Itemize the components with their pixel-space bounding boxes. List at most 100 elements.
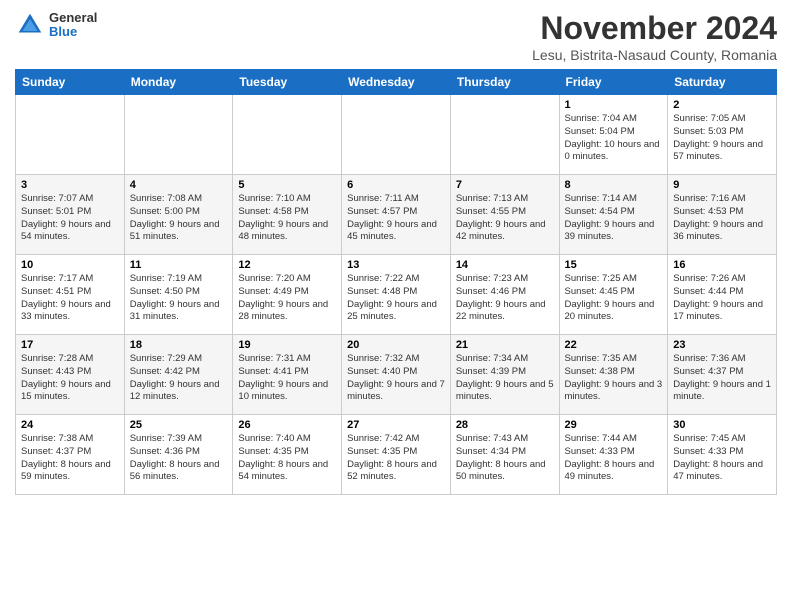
- day-number: 28: [456, 419, 554, 431]
- col-saturday: Saturday: [668, 70, 777, 95]
- table-cell: 16Sunrise: 7:26 AMSunset: 4:44 PMDayligh…: [668, 255, 777, 335]
- day-info: Sunrise: 7:39 AMSunset: 4:36 PMDaylight:…: [130, 433, 228, 484]
- day-info: Sunrise: 7:11 AMSunset: 4:57 PMDaylight:…: [347, 193, 445, 244]
- day-info: Sunrise: 7:17 AMSunset: 4:51 PMDaylight:…: [21, 273, 119, 324]
- day-info: Sunrise: 7:20 AMSunset: 4:49 PMDaylight:…: [238, 273, 336, 324]
- day-info: Sunrise: 7:26 AMSunset: 4:44 PMDaylight:…: [673, 273, 771, 324]
- table-cell: 8 Sunrise: 7:14 AMSunset: 4:54 PMDaylight…: [559, 175, 668, 255]
- table-cell: 1Sunrise: 7:04 AMSunset: 5:04 PMDaylight…: [559, 95, 668, 175]
- day-number: 24: [21, 419, 119, 431]
- table-cell: 2 Sunrise: 7:05 AMSunset: 5:03 PMDaylight…: [668, 95, 777, 175]
- table-cell: 25 Sunrise: 7:39 AMSunset: 4:36 PMDayligh…: [124, 415, 233, 495]
- day-number: 22: [565, 339, 663, 351]
- table-cell: 10 Sunrise: 7:17 AMSunset: 4:51 PMDayligh…: [16, 255, 125, 335]
- day-number: 27: [347, 419, 445, 431]
- day-number: 14: [456, 259, 554, 271]
- logo: General Blue: [15, 10, 97, 40]
- table-cell: 27 Sunrise: 7:42 AMSunset: 4:35 PMDayligh…: [342, 415, 451, 495]
- title-section: November 2024 Lesu, Bistrita-Nasaud Coun…: [532, 10, 777, 63]
- table-cell: 24 Sunrise: 7:38 AMSunset: 4:37 PMDayligh…: [16, 415, 125, 495]
- day-number: 26: [238, 419, 336, 431]
- day-number: 8: [565, 179, 663, 191]
- table-cell: 15 Sunrise: 7:25 AMSunset: 4:45 PMDayligh…: [559, 255, 668, 335]
- table-cell: [450, 95, 559, 175]
- day-number: 2: [673, 99, 771, 111]
- table-cell: 19 Sunrise: 7:31 AMSunset: 4:41 PMDayligh…: [233, 335, 342, 415]
- table-cell: 28 Sunrise: 7:43 AMSunset: 4:34 PMDayligh…: [450, 415, 559, 495]
- week-row-4: 24 Sunrise: 7:38 AMSunset: 4:37 PMDayligh…: [16, 415, 777, 495]
- day-number: 5: [238, 179, 336, 191]
- day-info: Sunrise: 7:36 AMSunset: 4:37 PMDaylight:…: [673, 353, 771, 404]
- calendar-header-row: Sunday Monday Tuesday Wednesday Thursday…: [16, 70, 777, 95]
- day-number: 7: [456, 179, 554, 191]
- table-cell: 5 Sunrise: 7:10 AMSunset: 4:58 PMDaylight…: [233, 175, 342, 255]
- day-info: Sunrise: 7:13 AMSunset: 4:55 PMDaylight:…: [456, 193, 554, 244]
- day-number: 30: [673, 419, 771, 431]
- day-number: 12: [238, 259, 336, 271]
- calendar: Sunday Monday Tuesday Wednesday Thursday…: [15, 69, 777, 495]
- table-cell: 3 Sunrise: 7:07 AMSunset: 5:01 PMDaylight…: [16, 175, 125, 255]
- col-thursday: Thursday: [450, 70, 559, 95]
- table-cell: 20Sunrise: 7:32 AMSunset: 4:40 PMDayligh…: [342, 335, 451, 415]
- day-info: Sunrise: 7:08 AMSunset: 5:00 PMDaylight:…: [130, 193, 228, 244]
- day-info: Sunrise: 7:38 AMSunset: 4:37 PMDaylight:…: [21, 433, 119, 484]
- day-number: 10: [21, 259, 119, 271]
- day-info: Sunrise: 7:42 AMSunset: 4:35 PMDaylight:…: [347, 433, 445, 484]
- day-number: 3: [21, 179, 119, 191]
- day-info: Sunrise: 7:29 AMSunset: 4:42 PMDaylight:…: [130, 353, 228, 404]
- day-number: 9: [673, 179, 771, 191]
- col-wednesday: Wednesday: [342, 70, 451, 95]
- day-info: Sunrise: 7:35 AMSunset: 4:38 PMDaylight:…: [565, 353, 663, 404]
- day-number: 6: [347, 179, 445, 191]
- week-row-0: 1Sunrise: 7:04 AMSunset: 5:04 PMDaylight…: [16, 95, 777, 175]
- day-info: Sunrise: 7:31 AMSunset: 4:41 PMDaylight:…: [238, 353, 336, 404]
- table-cell: [342, 95, 451, 175]
- page: General Blue November 2024 Lesu, Bistrit…: [0, 0, 792, 612]
- table-cell: 21 Sunrise: 7:34 AMSunset: 4:39 PMDayligh…: [450, 335, 559, 415]
- table-cell: 23Sunrise: 7:36 AMSunset: 4:37 PMDayligh…: [668, 335, 777, 415]
- day-number: 11: [130, 259, 228, 271]
- table-cell: 13 Sunrise: 7:22 AMSunset: 4:48 PMDayligh…: [342, 255, 451, 335]
- table-cell: 22 Sunrise: 7:35 AMSunset: 4:38 PMDayligh…: [559, 335, 668, 415]
- table-cell: 6 Sunrise: 7:11 AMSunset: 4:57 PMDaylight…: [342, 175, 451, 255]
- week-row-1: 3 Sunrise: 7:07 AMSunset: 5:01 PMDaylight…: [16, 175, 777, 255]
- day-number: 15: [565, 259, 663, 271]
- col-friday: Friday: [559, 70, 668, 95]
- day-number: 21: [456, 339, 554, 351]
- week-row-2: 10 Sunrise: 7:17 AMSunset: 4:51 PMDayligh…: [16, 255, 777, 335]
- table-cell: 18 Sunrise: 7:29 AMSunset: 4:42 PMDayligh…: [124, 335, 233, 415]
- day-info: Sunrise: 7:45 AMSunset: 4:33 PMDaylight:…: [673, 433, 771, 484]
- day-number: 19: [238, 339, 336, 351]
- day-number: 25: [130, 419, 228, 431]
- day-info: Sunrise: 7:44 AMSunset: 4:33 PMDaylight:…: [565, 433, 663, 484]
- day-info: Sunrise: 7:22 AMSunset: 4:48 PMDaylight:…: [347, 273, 445, 324]
- main-title: November 2024: [532, 10, 777, 47]
- logo-text: General Blue: [49, 11, 97, 40]
- day-number: 13: [347, 259, 445, 271]
- day-info: Sunrise: 7:28 AMSunset: 4:43 PMDaylight:…: [21, 353, 119, 404]
- col-monday: Monday: [124, 70, 233, 95]
- table-cell: 26 Sunrise: 7:40 AMSunset: 4:35 PMDayligh…: [233, 415, 342, 495]
- day-info: Sunrise: 7:23 AMSunset: 4:46 PMDaylight:…: [456, 273, 554, 324]
- table-cell: 29Sunrise: 7:44 AMSunset: 4:33 PMDayligh…: [559, 415, 668, 495]
- day-info: Sunrise: 7:10 AMSunset: 4:58 PMDaylight:…: [238, 193, 336, 244]
- day-info: Sunrise: 7:34 AMSunset: 4:39 PMDaylight:…: [456, 353, 554, 404]
- day-info: Sunrise: 7:43 AMSunset: 4:34 PMDaylight:…: [456, 433, 554, 484]
- logo-blue: Blue: [49, 25, 97, 39]
- day-number: 18: [130, 339, 228, 351]
- day-number: 1: [565, 99, 663, 111]
- day-info: Sunrise: 7:05 AMSunset: 5:03 PMDaylight:…: [673, 113, 771, 164]
- day-info: Sunrise: 7:40 AMSunset: 4:35 PMDaylight:…: [238, 433, 336, 484]
- day-info: Sunrise: 7:07 AMSunset: 5:01 PMDaylight:…: [21, 193, 119, 244]
- table-cell: 11 Sunrise: 7:19 AMSunset: 4:50 PMDayligh…: [124, 255, 233, 335]
- logo-icon: [15, 10, 45, 40]
- table-cell: 12 Sunrise: 7:20 AMSunset: 4:49 PMDayligh…: [233, 255, 342, 335]
- table-cell: 9Sunrise: 7:16 AMSunset: 4:53 PMDaylight…: [668, 175, 777, 255]
- day-number: 4: [130, 179, 228, 191]
- day-info: Sunrise: 7:25 AMSunset: 4:45 PMDaylight:…: [565, 273, 663, 324]
- day-info: Sunrise: 7:19 AMSunset: 4:50 PMDaylight:…: [130, 273, 228, 324]
- table-cell: [16, 95, 125, 175]
- day-number: 20: [347, 339, 445, 351]
- day-info: Sunrise: 7:14 AMSunset: 4:54 PMDaylight:…: [565, 193, 663, 244]
- table-cell: 4 Sunrise: 7:08 AMSunset: 5:00 PMDaylight…: [124, 175, 233, 255]
